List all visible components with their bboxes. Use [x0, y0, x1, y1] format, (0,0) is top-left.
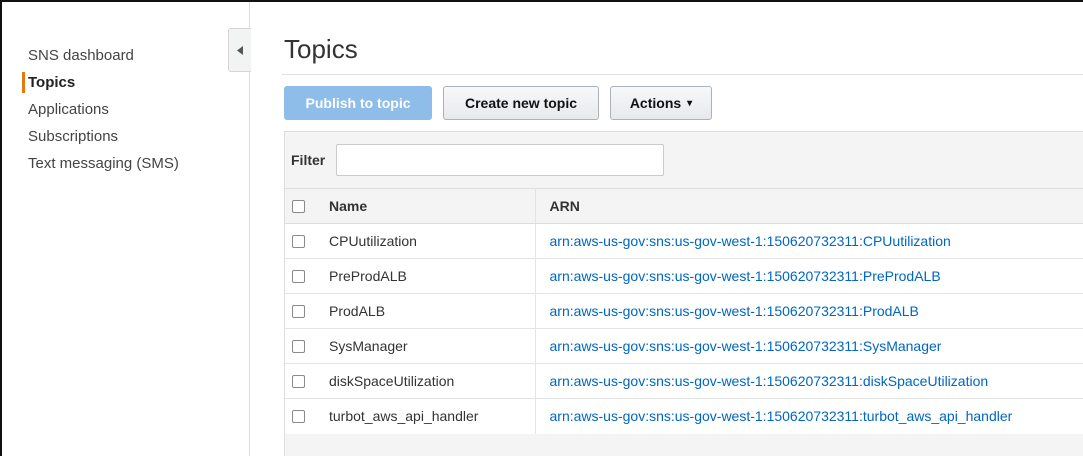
topic-name: turbot_aws_api_handler	[317, 398, 536, 434]
caret-down-icon: ▾	[687, 97, 693, 109]
topic-name: ProdALB	[317, 293, 536, 329]
actions-label: Actions	[629, 95, 682, 111]
toolbar: Publish to topic Create new topic Action…	[284, 86, 712, 120]
publish-to-topic-button[interactable]: Publish to topic	[284, 86, 432, 120]
topic-arn-cell: arn:aws-us-gov:sns:us-gov-west-1:1506207…	[535, 223, 1083, 259]
topic-arn-cell: arn:aws-us-gov:sns:us-gov-west-1:1506207…	[535, 258, 1083, 294]
topic-arn-link[interactable]: arn:aws-us-gov:sns:us-gov-west-1:1506207…	[550, 338, 942, 354]
topic-arn-link[interactable]: arn:aws-us-gov:sns:us-gov-west-1:1506207…	[550, 233, 951, 249]
topic-arn-cell: arn:aws-us-gov:sns:us-gov-west-1:1506207…	[535, 398, 1083, 434]
page-title: Topics	[284, 34, 358, 64]
topic-arn-link[interactable]: arn:aws-us-gov:sns:us-gov-west-1:1506207…	[550, 268, 941, 284]
select-all-checkbox[interactable]	[292, 199, 305, 213]
triangle-left-icon	[237, 45, 243, 55]
actions-dropdown-button[interactable]: Actions ▾	[610, 86, 712, 120]
sidebar-item-topics[interactable]: Topics	[22, 69, 179, 96]
topic-arn-cell: arn:aws-us-gov:sns:us-gov-west-1:1506207…	[535, 293, 1083, 329]
main-content: Topics Publish to topic Create new topic…	[282, 2, 1083, 456]
topics-panel: Filter Name ARN CPUutilization arn:aws-u…	[284, 131, 1083, 456]
sidebar: SNS dashboard Topics Applications Subscr…	[2, 2, 251, 456]
topic-name: diskSpaceUtilization	[317, 363, 536, 399]
topic-arn-cell: arn:aws-us-gov:sns:us-gov-west-1:1506207…	[535, 363, 1083, 399]
sidebar-nav: SNS dashboard Topics Applications Subscr…	[22, 42, 179, 177]
topic-arn-cell: arn:aws-us-gov:sns:us-gov-west-1:1506207…	[535, 328, 1083, 364]
row-checkbox-cell	[285, 328, 317, 364]
topic-arn-link[interactable]: arn:aws-us-gov:sns:us-gov-west-1:1506207…	[550, 303, 919, 319]
sidebar-collapse-button[interactable]	[228, 28, 251, 72]
table-row[interactable]: ProdALB arn:aws-us-gov:sns:us-gov-west-1…	[285, 293, 1083, 329]
filter-row: Filter	[285, 132, 1083, 188]
row-checkbox-cell	[285, 258, 317, 294]
topic-name: SysManager	[317, 328, 536, 364]
topic-name: CPUutilization	[317, 223, 536, 259]
table-header-row: Name ARN	[285, 188, 1083, 224]
row-checkbox[interactable]	[292, 374, 305, 388]
row-checkbox[interactable]	[292, 409, 305, 423]
row-checkbox[interactable]	[292, 339, 305, 353]
topics-table: Name ARN CPUutilization arn:aws-us-gov:s…	[285, 188, 1083, 434]
sidebar-item-text-messaging[interactable]: Text messaging (SMS)	[26, 150, 179, 177]
table-row[interactable]: PreProdALB arn:aws-us-gov:sns:us-gov-wes…	[285, 258, 1083, 294]
row-checkbox[interactable]	[292, 234, 305, 248]
row-checkbox-cell	[285, 223, 317, 259]
table-row[interactable]: diskSpaceUtilization arn:aws-us-gov:sns:…	[285, 363, 1083, 399]
filter-label: Filter	[291, 152, 326, 168]
table-row[interactable]: SysManager arn:aws-us-gov:sns:us-gov-wes…	[285, 328, 1083, 364]
row-checkbox-cell	[285, 398, 317, 434]
row-checkbox[interactable]	[292, 304, 305, 318]
header-checkbox-cell	[285, 188, 317, 224]
topic-name: PreProdALB	[317, 258, 536, 294]
row-checkbox[interactable]	[292, 269, 305, 283]
topic-arn-link[interactable]: arn:aws-us-gov:sns:us-gov-west-1:1506207…	[550, 408, 1013, 424]
sidebar-item-applications[interactable]: Applications	[26, 96, 179, 123]
topic-arn-link[interactable]: arn:aws-us-gov:sns:us-gov-west-1:1506207…	[550, 373, 989, 389]
column-header-name[interactable]: Name	[317, 188, 536, 224]
create-new-topic-button[interactable]: Create new topic	[443, 86, 599, 120]
filter-input[interactable]	[336, 144, 665, 176]
table-row[interactable]: CPUutilization arn:aws-us-gov:sns:us-gov…	[285, 223, 1083, 259]
row-checkbox-cell	[285, 363, 317, 399]
title-divider	[282, 74, 1083, 75]
row-checkbox-cell	[285, 293, 317, 329]
column-header-arn[interactable]: ARN	[535, 188, 1083, 224]
table-row[interactable]: turbot_aws_api_handler arn:aws-us-gov:sn…	[285, 398, 1083, 434]
sidebar-item-sns-dashboard[interactable]: SNS dashboard	[26, 42, 179, 69]
sidebar-item-subscriptions[interactable]: Subscriptions	[26, 123, 179, 150]
